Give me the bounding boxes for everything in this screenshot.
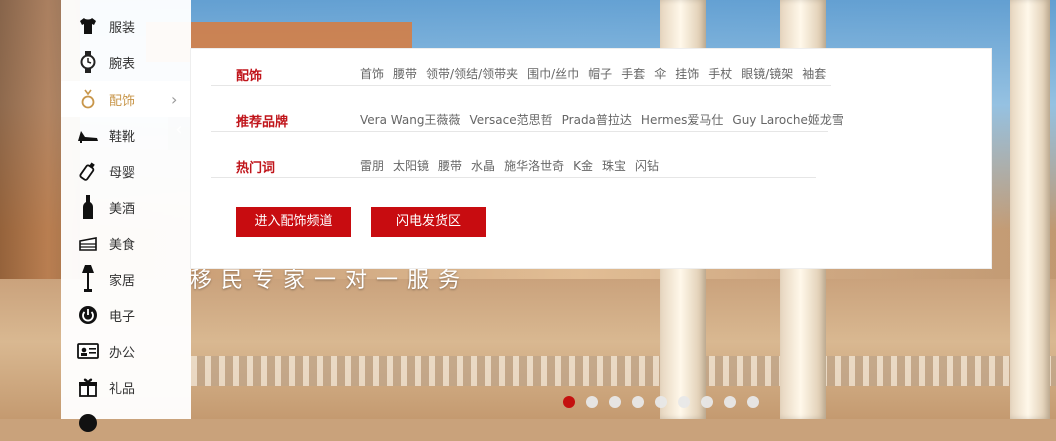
chevron-right-icon: › <box>171 89 178 109</box>
carousel-dot[interactable] <box>701 396 713 408</box>
sidebar-item-label: 服装 <box>109 20 136 36</box>
row-title[interactable]: 热门词 <box>236 157 275 176</box>
sidebar-item-shoes[interactable]: 鞋靴 <box>61 117 191 153</box>
sidebar-item-label: 腕表 <box>109 56 136 72</box>
globe-icon <box>77 412 99 434</box>
link-item[interactable]: 围巾/丝巾 <box>527 65 579 82</box>
sidebar-item-label: 办公 <box>109 345 136 361</box>
link-item[interactable]: 珠宝 <box>602 157 626 174</box>
sidebar-item-food[interactable]: 美食 <box>61 225 191 261</box>
shirt-icon <box>77 15 99 37</box>
carousel-indicators <box>563 396 770 408</box>
link-item[interactable]: Vera Wang王薇薇 <box>360 111 460 128</box>
carousel-dot[interactable] <box>655 396 667 408</box>
row-divider <box>211 131 828 132</box>
carousel-dot[interactable] <box>632 396 644 408</box>
power-icon <box>77 304 99 326</box>
row-title[interactable]: 配饰 <box>236 65 262 84</box>
sidebar-item-label: 家居 <box>109 273 136 289</box>
sidebar-item-home[interactable]: 家居 <box>61 261 191 297</box>
cake-icon <box>77 232 99 254</box>
link-item[interactable]: Hermes爱马仕 <box>641 111 723 128</box>
ring-icon <box>77 88 99 110</box>
row-divider <box>211 85 831 86</box>
carousel-dot[interactable] <box>586 396 598 408</box>
link-item[interactable]: Guy Laroche姬龙雪 <box>732 111 843 128</box>
link-item[interactable]: 领带/领结/领带夹 <box>426 65 518 82</box>
wine-bottle-icon <box>77 195 99 219</box>
category-flyout-panel: 配饰 首饰 腰带 领带/领结/领带夹 围巾/丝巾 帽子 手套 伞 挂饰 手杖 眼… <box>191 49 991 268</box>
sidebar-item-baby[interactable]: 母婴 <box>61 153 191 189</box>
row-links: Vera Wang王薇薇 Versace范思哲 Prada普拉达 Hermes爱… <box>360 111 853 128</box>
row-links: 雷朋 太阳镜 腰带 水晶 施华洛世奇 K金 珠宝 闪钻 <box>360 157 668 174</box>
sidebar-item-label: 美酒 <box>109 201 136 217</box>
link-item[interactable]: 闪钻 <box>635 157 659 174</box>
link-item[interactable]: Versace范思哲 <box>469 111 552 128</box>
link-item[interactable]: 水晶 <box>471 157 495 174</box>
carousel-dot[interactable] <box>563 396 575 408</box>
sidebar-item-office[interactable]: 办公 <box>61 333 191 369</box>
row-divider <box>211 177 816 178</box>
link-item[interactable]: 帽子 <box>588 65 612 82</box>
id-card-icon <box>77 340 99 362</box>
link-item[interactable]: 雷朋 <box>360 157 384 174</box>
sidebar-item-accessories[interactable]: 配饰 › <box>61 81 191 117</box>
sidebar-item-label: 电子 <box>109 309 136 325</box>
sidebar-item-gifts[interactable]: 礼品 <box>61 369 191 405</box>
link-item[interactable]: 手套 <box>621 65 645 82</box>
column-image <box>1010 0 1050 419</box>
link-item[interactable]: 手杖 <box>708 65 732 82</box>
sidebar-item-watches[interactable]: 腕表 <box>61 44 191 80</box>
enter-channel-button[interactable]: 进入配饰频道 <box>236 207 351 237</box>
baby-bottle-icon <box>77 160 99 182</box>
carousel-dot[interactable] <box>747 396 759 408</box>
watch-icon <box>77 51 99 73</box>
link-item[interactable]: 挂饰 <box>675 65 699 82</box>
sidebar-item-label: 美食 <box>109 237 136 253</box>
link-item[interactable]: 袖套 <box>802 65 826 82</box>
link-item[interactable]: 太阳镜 <box>393 157 429 174</box>
row-title[interactable]: 推荐品牌 <box>236 111 288 130</box>
sidebar-item-label: 礼品 <box>109 381 136 397</box>
high-heel-icon <box>77 124 99 146</box>
sidebar-item-label: 母婴 <box>109 165 136 181</box>
link-item[interactable]: 伞 <box>654 65 666 82</box>
sidebar-item-label: 配饰 <box>109 93 136 109</box>
sidebar-item-label: 鞋靴 <box>109 129 136 145</box>
link-item[interactable]: 腰带 <box>438 157 462 174</box>
link-item[interactable]: 腰带 <box>393 65 417 82</box>
sidebar-item-wine[interactable]: 美酒 <box>61 189 191 225</box>
link-item[interactable]: K金 <box>573 157 593 174</box>
link-item[interactable]: 眼镜/镜架 <box>741 65 793 82</box>
link-item[interactable]: 首饰 <box>360 65 384 82</box>
lamp-icon <box>77 265 99 292</box>
carousel-dot[interactable] <box>724 396 736 408</box>
sidebar-item-more[interactable] <box>61 405 191 441</box>
balustrade-image <box>191 356 1056 386</box>
sidebar-item-electronics[interactable]: 电子 <box>61 297 191 333</box>
link-item[interactable]: Prada普拉达 <box>562 111 632 128</box>
flash-delivery-button[interactable]: 闪电发货区 <box>371 207 486 237</box>
carousel-dot[interactable] <box>678 396 690 408</box>
row-links: 首饰 腰带 领带/领结/领带夹 围巾/丝巾 帽子 手套 伞 挂饰 手杖 眼镜/镜… <box>360 65 835 82</box>
gift-icon <box>77 376 99 398</box>
category-sidebar: 服装 腕表 配饰 › 鞋靴 母婴 美酒 美食 家居 电子 办公 礼品 <box>61 0 191 432</box>
link-item[interactable]: 施华洛世奇 <box>504 157 564 174</box>
sidebar-item-clothing[interactable]: 服装 <box>61 8 191 44</box>
carousel-dot[interactable] <box>609 396 621 408</box>
